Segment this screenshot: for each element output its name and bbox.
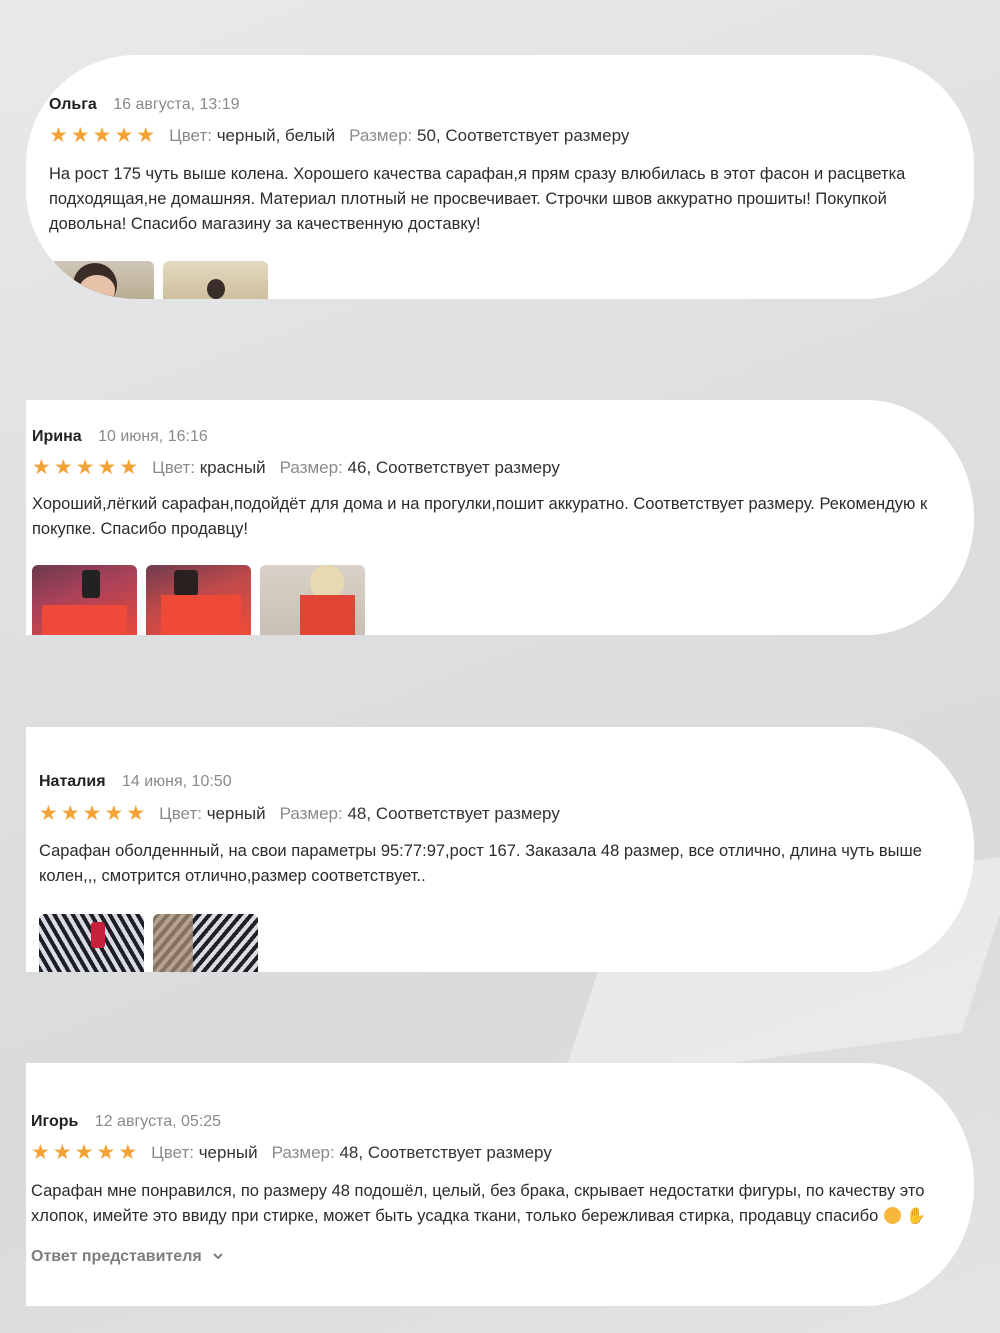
review-photo[interactable] bbox=[146, 565, 251, 635]
star-icon: ★ bbox=[136, 124, 156, 147]
hugging-face-emoji-icon bbox=[884, 1207, 902, 1224]
star-icon: ★ bbox=[114, 124, 134, 147]
review-author[interactable]: Игорь bbox=[31, 1113, 78, 1130]
star-icon: ★ bbox=[52, 1141, 72, 1164]
star-icon: ★ bbox=[70, 124, 90, 147]
color-value: черный bbox=[198, 1142, 258, 1162]
review-meta: ★ ★ ★ ★ ★ Цвет: черный Размер: 48, Соотв… bbox=[39, 803, 574, 824]
rating-stars: ★ ★ ★ ★ ★ bbox=[31, 1142, 137, 1163]
review-author[interactable]: Наталия bbox=[39, 773, 106, 790]
review-photos bbox=[49, 261, 268, 299]
review-text: На рост 175 чуть выше колена. Хорошего к… bbox=[49, 165, 906, 233]
star-icon: ★ bbox=[60, 802, 80, 825]
rating-stars: ★ ★ ★ ★ ★ bbox=[39, 803, 145, 824]
chevron-down-icon bbox=[213, 1253, 223, 1260]
review-header: Ольга 16 августа, 13:19 bbox=[49, 96, 240, 114]
rating-stars: ★ ★ ★ ★ ★ bbox=[32, 457, 138, 478]
review-text: Хороший,лёгкий сарафан,подойдёт для дома… bbox=[32, 495, 928, 538]
thumbs-up-emoji-icon: ✋ bbox=[906, 1208, 927, 1225]
size-value: 48, Соответствует размеру bbox=[339, 1142, 552, 1162]
review-date: 14 июня, 10:50 bbox=[121, 773, 232, 790]
color-value: черный bbox=[206, 803, 266, 823]
review-text-body: Сарафан мне понравился, по размеру 48 по… bbox=[31, 1182, 925, 1225]
size-value: 46, Соответствует размеру bbox=[347, 457, 560, 477]
size-label: Размер: bbox=[279, 457, 343, 477]
review-meta: ★ ★ ★ ★ ★ Цвет: черный, белый Размер: 50… bbox=[49, 125, 643, 146]
color-label: Цвет: bbox=[159, 803, 202, 823]
representative-answer-toggle[interactable]: Ответ представителя bbox=[31, 1248, 224, 1266]
star-icon: ★ bbox=[39, 802, 58, 825]
color-label: Цвет: bbox=[152, 457, 195, 477]
star-icon: ★ bbox=[97, 456, 117, 479]
review-card: Ольга 16 августа, 13:19 ★ ★ ★ ★ ★ Цвет: … bbox=[26, 55, 974, 299]
color-value: черный, белый bbox=[216, 125, 336, 145]
review-date: 10 июня, 16:16 bbox=[98, 428, 208, 445]
review-header: Ирина 10 июня, 16:16 bbox=[32, 428, 208, 446]
star-icon: ★ bbox=[75, 456, 95, 479]
star-icon: ★ bbox=[31, 1141, 50, 1164]
size-label: Размер: bbox=[271, 1142, 335, 1162]
rating-stars: ★ ★ ★ ★ ★ bbox=[49, 125, 155, 146]
size-value: 48, Соответствует размеру bbox=[347, 803, 560, 823]
review-photos bbox=[39, 914, 258, 972]
star-icon: ★ bbox=[96, 1141, 116, 1164]
review-card: Наталия 14 июня, 10:50 ★ ★ ★ ★ ★ Цвет: ч… bbox=[26, 727, 974, 972]
review-photo[interactable] bbox=[153, 914, 258, 972]
star-icon: ★ bbox=[104, 802, 124, 825]
review-date: 12 августа, 05:25 bbox=[94, 1113, 222, 1130]
star-icon: ★ bbox=[32, 456, 51, 479]
color-label: Цвет: bbox=[151, 1142, 194, 1162]
review-text: Сарафан оболденнный, на свои параметры 9… bbox=[39, 842, 922, 885]
star-icon: ★ bbox=[53, 456, 73, 479]
review-card: Игорь 12 августа, 05:25 ★ ★ ★ ★ ★ Цвет: … bbox=[26, 1063, 974, 1306]
color-label: Цвет: bbox=[169, 125, 212, 145]
star-icon: ★ bbox=[82, 802, 102, 825]
review-author[interactable]: Ольга bbox=[49, 96, 97, 113]
size-label: Размер: bbox=[279, 803, 343, 823]
size-label: Размер: bbox=[349, 125, 413, 145]
star-icon: ★ bbox=[119, 456, 139, 479]
review-photo[interactable] bbox=[260, 565, 365, 635]
review-text: Сарафан мне понравился, по размеру 48 по… bbox=[31, 1179, 974, 1229]
review-header: Игорь 12 августа, 05:25 bbox=[31, 1113, 221, 1131]
star-icon: ★ bbox=[74, 1141, 94, 1164]
color-value: красный bbox=[199, 457, 266, 477]
review-photos bbox=[32, 565, 365, 635]
size-value: 50, Соответствует размеру bbox=[416, 125, 630, 145]
review-card: Ирина 10 июня, 16:16 ★ ★ ★ ★ ★ Цвет: кра… bbox=[26, 400, 974, 635]
review-photo[interactable] bbox=[163, 261, 268, 299]
star-icon: ★ bbox=[49, 124, 68, 147]
review-meta: ★ ★ ★ ★ ★ Цвет: черный Размер: 48, Соотв… bbox=[31, 1142, 566, 1163]
review-meta: ★ ★ ★ ★ ★ Цвет: красный Размер: 46, Соот… bbox=[32, 457, 574, 478]
answer-label: Ответ представителя bbox=[31, 1248, 202, 1265]
review-author[interactable]: Ирина bbox=[32, 428, 82, 445]
star-icon: ★ bbox=[126, 802, 146, 825]
review-photo[interactable] bbox=[32, 565, 137, 635]
review-photo[interactable] bbox=[49, 261, 154, 299]
review-photo[interactable] bbox=[39, 914, 144, 972]
star-icon: ★ bbox=[92, 124, 112, 147]
review-date: 16 августа, 13:19 bbox=[113, 96, 240, 113]
review-header: Наталия 14 июня, 10:50 bbox=[39, 773, 232, 791]
star-icon: ★ bbox=[118, 1141, 138, 1164]
